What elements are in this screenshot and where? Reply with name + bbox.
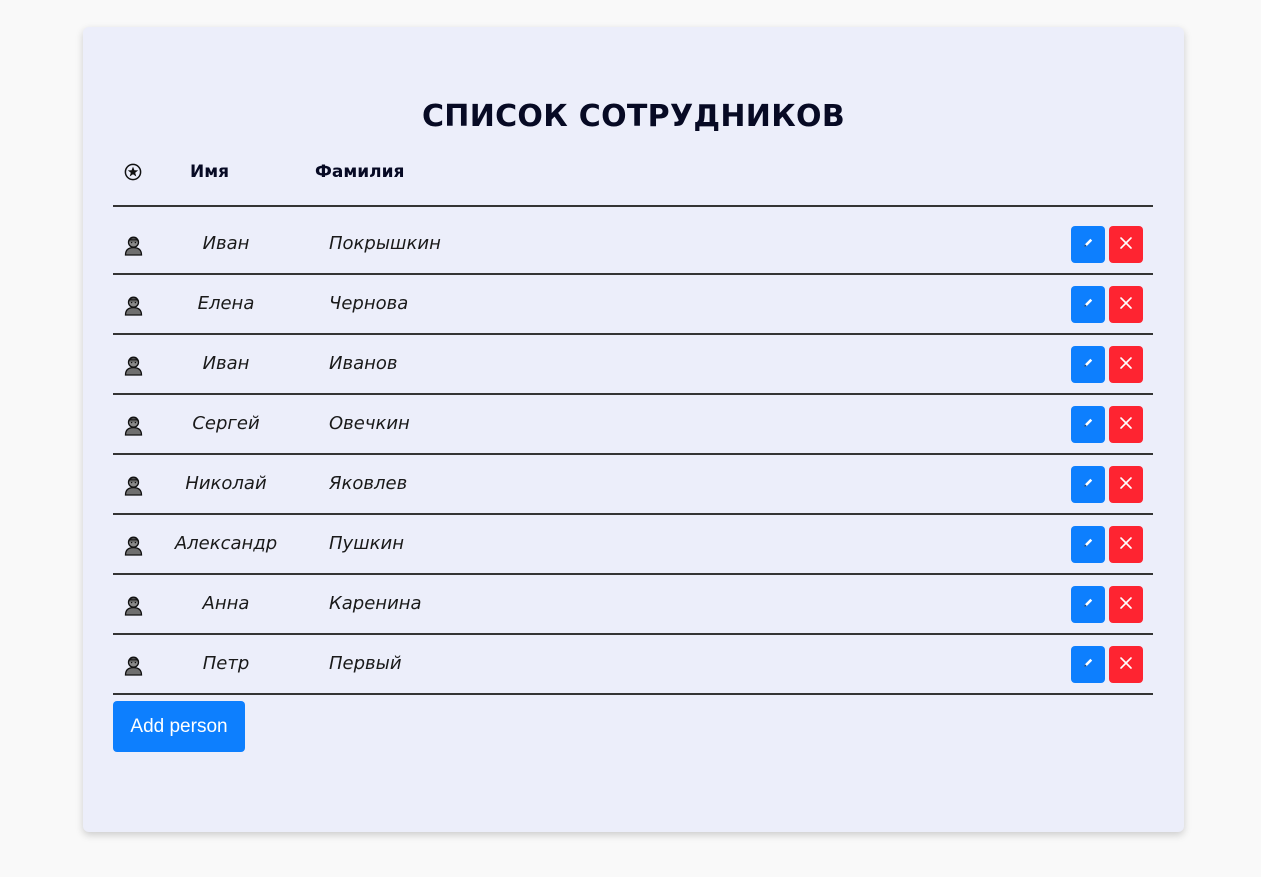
table-row: Иван Покрышкин (113, 215, 1153, 275)
pencil-icon (1082, 537, 1094, 552)
pencil-icon (1082, 357, 1094, 372)
first-name: Елена (197, 293, 255, 314)
edit-button[interactable] (1071, 286, 1105, 323)
first-name: Анна (202, 593, 250, 614)
table-row: Иван Иванов (113, 335, 1153, 395)
star-icon (124, 163, 142, 181)
employee-list: Иван Покрышкин Елена Чернова Иван Иванов… (113, 215, 1153, 695)
pencil-icon (1082, 477, 1094, 492)
person-icon (123, 415, 144, 436)
first-name: Иван (202, 233, 250, 254)
pencil-icon (1082, 657, 1094, 672)
table-row: Елена Чернова (113, 275, 1153, 335)
close-icon (1119, 296, 1133, 313)
page-title: СПИСОК СОТРУДНИКОВ (421, 99, 846, 134)
delete-button[interactable] (1109, 466, 1143, 503)
table-row: Анна Каренина (113, 575, 1153, 635)
pencil-icon (1082, 297, 1094, 312)
edit-button[interactable] (1071, 586, 1105, 623)
close-icon (1119, 536, 1133, 553)
employee-card: СПИСОК СОТРУДНИКОВ Имя Фамилия Иван Покр… (83, 27, 1184, 832)
pencil-icon (1082, 237, 1094, 252)
delete-button[interactable] (1109, 406, 1143, 443)
delete-button[interactable] (1109, 226, 1143, 263)
person-icon (123, 535, 144, 556)
person-icon (123, 295, 144, 316)
delete-button[interactable] (1109, 586, 1143, 623)
last-name: Каренина (329, 593, 422, 614)
last-name: Овечкин (329, 413, 410, 434)
pencil-icon (1082, 417, 1094, 432)
person-icon (123, 475, 144, 496)
last-name: Пушкин (329, 533, 404, 554)
close-icon (1119, 596, 1133, 613)
close-icon (1119, 236, 1133, 253)
edit-button[interactable] (1071, 466, 1105, 503)
table-row: Николай Яковлев (113, 455, 1153, 515)
last-name: Чернова (329, 293, 409, 314)
add-person-button[interactable]: Add person (113, 701, 245, 752)
table-row: Петр Первый (113, 635, 1153, 695)
last-name: Иванов (329, 353, 398, 374)
table-row: Александр Пушкин (113, 515, 1153, 575)
header-divider (113, 205, 1153, 207)
first-name: Сергей (192, 413, 260, 434)
last-name: Яковлев (329, 473, 408, 494)
delete-button[interactable] (1109, 346, 1143, 383)
first-name: Иван (202, 353, 250, 374)
close-icon (1119, 656, 1133, 673)
first-name: Петр (202, 653, 250, 674)
pencil-icon (1082, 597, 1094, 612)
person-icon (123, 655, 144, 676)
person-icon (123, 595, 144, 616)
edit-button[interactable] (1071, 406, 1105, 443)
delete-button[interactable] (1109, 646, 1143, 683)
close-icon (1119, 416, 1133, 433)
table-row: Сергей Овечкин (113, 395, 1153, 455)
column-header-last-name: Фамилия (315, 162, 405, 182)
close-icon (1119, 356, 1133, 373)
delete-button[interactable] (1109, 526, 1143, 563)
person-icon (123, 235, 144, 256)
column-header-first-name: Имя (190, 162, 230, 182)
first-name: Николай (185, 473, 267, 494)
edit-button[interactable] (1071, 346, 1105, 383)
delete-button[interactable] (1109, 286, 1143, 323)
edit-button[interactable] (1071, 646, 1105, 683)
last-name: Первый (329, 653, 402, 674)
table-header: Имя Фамилия (83, 159, 1184, 187)
last-name: Покрышкин (329, 233, 441, 254)
edit-button[interactable] (1071, 226, 1105, 263)
close-icon (1119, 476, 1133, 493)
first-name: Александр (174, 533, 278, 554)
edit-button[interactable] (1071, 526, 1105, 563)
person-icon (123, 355, 144, 376)
